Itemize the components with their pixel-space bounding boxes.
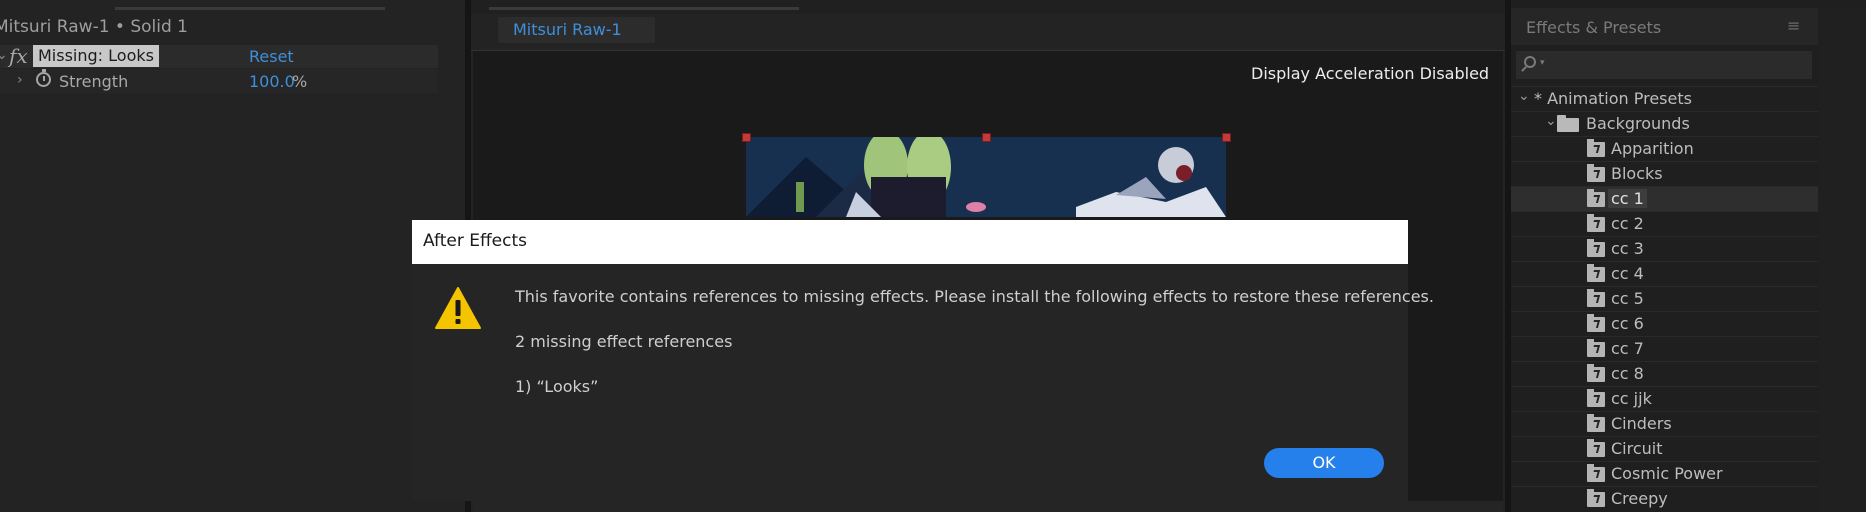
anime-frame-illustration [746, 137, 1226, 217]
tree-item-label: Backgrounds [1586, 114, 1690, 133]
tab-composition-label[interactable]: Mitsuri Raw-1 [513, 20, 622, 39]
preset-name: Apparition [1611, 139, 1694, 158]
animation-preset-icon [1587, 439, 1605, 457]
warning-icon [435, 287, 481, 329]
animation-preset-icon [1587, 314, 1605, 332]
preset-name: Circuit [1611, 439, 1663, 458]
fx-toggle-icon[interactable]: fx [9, 44, 28, 68]
animation-preset-icon [1587, 289, 1605, 307]
preset-name: cc jjk [1611, 389, 1652, 408]
composition-frame-image[interactable] [746, 137, 1226, 217]
ok-button[interactable]: OK [1264, 448, 1384, 478]
preset-name: Cinders [1611, 414, 1672, 433]
preset-item[interactable]: Creepy [1511, 486, 1818, 511]
chevron-right-icon[interactable]: › [17, 72, 23, 88]
preset-item[interactable]: cc 8 [1511, 361, 1818, 386]
animation-preset-icon [1587, 464, 1605, 482]
stopwatch-icon[interactable] [36, 69, 51, 87]
preset-item[interactable]: Blocks [1511, 161, 1818, 186]
effect-controls-scrollbar[interactable] [115, 7, 385, 10]
property-value[interactable]: 100.0 [249, 72, 295, 91]
animation-preset-icon [1587, 214, 1605, 232]
tree-item-backgrounds[interactable]: ⌄ Backgrounds [1511, 111, 1818, 136]
missing-effects-count: 2 missing effect references [515, 332, 733, 351]
composition-tab-scrollbar[interactable] [489, 7, 799, 10]
preset-name: cc 8 [1611, 364, 1644, 383]
preset-item[interactable]: cc jjk [1511, 386, 1818, 411]
preset-name: Blocks [1611, 164, 1663, 183]
property-label: Strength [59, 72, 129, 91]
transform-handle[interactable] [742, 133, 751, 142]
effects-search-input[interactable] [1516, 51, 1812, 79]
reset-link[interactable]: Reset [249, 47, 294, 66]
preset-item[interactable]: Cosmic Power [1511, 461, 1818, 486]
animation-preset-icon [1587, 239, 1605, 257]
animation-preset-icon [1587, 164, 1605, 182]
chevron-down-icon[interactable]: ⌄ [1545, 113, 1557, 129]
display-acceleration-status: Display Acceleration Disabled [1251, 64, 1490, 83]
hamburger-menu-icon[interactable]: ≡ [1787, 16, 1800, 35]
animation-preset-icon [1587, 364, 1605, 382]
search-icon[interactable] [1524, 56, 1536, 68]
animation-preset-icon [1587, 389, 1605, 407]
preset-name: cc 5 [1611, 289, 1644, 308]
tree-item-label: * Animation Presets [1534, 89, 1692, 108]
viewer-toolbar [473, 501, 1503, 512]
animation-preset-icon [1587, 189, 1605, 207]
animation-preset-icon [1587, 139, 1605, 157]
preset-item[interactable]: cc 3 [1511, 236, 1818, 261]
preset-item[interactable]: cc 4 [1511, 261, 1818, 286]
property-unit: % [292, 72, 308, 91]
preset-item[interactable]: Apparition [1511, 136, 1818, 161]
preset-name: Creepy [1611, 489, 1668, 508]
missing-effect-item: 1) “Looks” [515, 377, 599, 396]
dialog-titlebar[interactable] [412, 220, 1408, 264]
preset-item-selected[interactable]: cc 1 [1511, 186, 1818, 211]
chevron-down-icon[interactable]: ⌄ [0, 47, 8, 63]
preset-name: cc 7 [1611, 339, 1644, 358]
preset-name: cc 1 [1608, 189, 1647, 208]
preset-name: cc 2 [1611, 214, 1644, 233]
dialog-message: This favorite contains references to mis… [515, 287, 1434, 306]
preset-name: cc 4 [1611, 264, 1644, 283]
animation-preset-icon [1587, 264, 1605, 282]
effects-presets-title: Effects & Presets [1526, 18, 1662, 37]
folder-icon [1557, 115, 1579, 132]
effect-name-label[interactable]: Missing: Looks [33, 45, 159, 67]
tree-item-animation-presets[interactable]: ⌄ * Animation Presets [1511, 86, 1818, 111]
preset-item[interactable]: cc 5 [1511, 286, 1818, 311]
animation-preset-icon [1587, 489, 1605, 507]
preset-name: Cosmic Power [1611, 464, 1723, 483]
effects-presets-scrollbar-track[interactable] [1818, 8, 1866, 512]
preset-item[interactable]: Circuit [1511, 436, 1818, 461]
search-dropdown-caret-icon[interactable]: ▾ [1540, 58, 1545, 68]
transform-handle[interactable] [1222, 133, 1231, 142]
preset-item[interactable]: cc 7 [1511, 336, 1818, 361]
preset-name: cc 6 [1611, 314, 1644, 333]
preset-item[interactable]: cc 2 [1511, 211, 1818, 236]
effect-controls-layer-title: Mitsuri Raw-1 • Solid 1 [0, 17, 188, 37]
animation-preset-icon [1587, 339, 1605, 357]
animation-preset-icon [1587, 414, 1605, 432]
chevron-down-icon[interactable]: ⌄ [1518, 88, 1530, 104]
preset-item[interactable]: Cinders [1511, 411, 1818, 436]
transform-handle[interactable] [982, 133, 991, 142]
preset-name: cc 3 [1611, 239, 1644, 258]
preset-item[interactable]: cc 6 [1511, 311, 1818, 336]
dialog-title: After Effects [423, 231, 528, 251]
